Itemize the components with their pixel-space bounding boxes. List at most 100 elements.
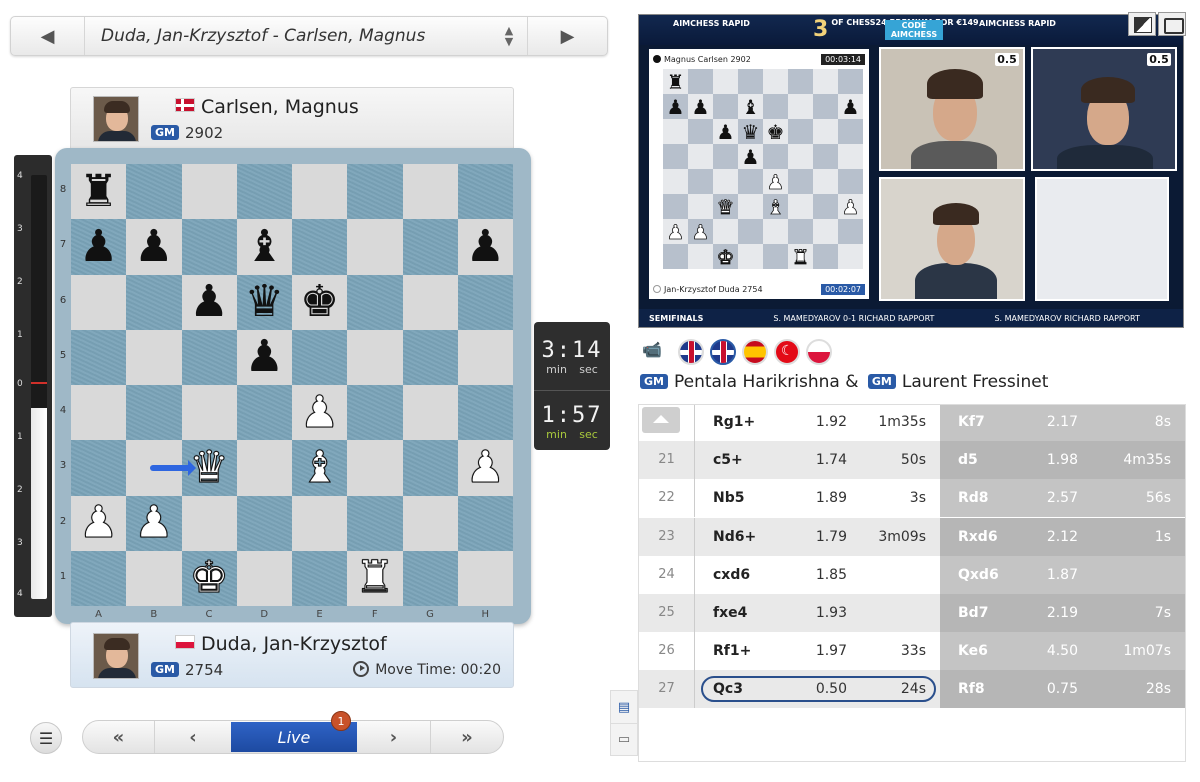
square-f8[interactable] (347, 164, 403, 220)
video-stream[interactable]: AIMCHESS RAPID 3OF CHESS24 PREMIUM FOR €… (638, 14, 1184, 328)
square-h4[interactable] (457, 385, 513, 441)
square-b2[interactable]: ♟ (126, 495, 182, 551)
white-rook-icon[interactable]: ♜ (355, 555, 395, 600)
white-bishop-icon[interactable]: ♝ (299, 445, 339, 490)
square-b1[interactable] (126, 550, 182, 606)
square-e2[interactable] (292, 495, 348, 551)
lang-turkish-icon[interactable] (774, 339, 800, 365)
fullscreen-icon[interactable] (1158, 12, 1186, 36)
square-c8[interactable] (181, 164, 237, 220)
black-bishop-icon[interactable]: ♝ (245, 224, 284, 269)
square-b7[interactable]: ♟ (126, 219, 182, 275)
live-button[interactable]: Live 1 (231, 711, 357, 752)
lang-spanish-icon[interactable] (742, 339, 768, 365)
black-move[interactable]: Bd7 2.19 7s (940, 594, 1185, 632)
square-d8[interactable] (236, 164, 292, 220)
square-a4[interactable] (71, 385, 127, 441)
square-d7[interactable]: ♝ (236, 219, 292, 275)
square-c5[interactable] (181, 329, 237, 385)
lang-english-selected-icon[interactable] (710, 339, 736, 365)
lang-english-icon[interactable] (678, 339, 704, 365)
square-f2[interactable] (347, 495, 403, 551)
square-d1[interactable] (236, 550, 292, 606)
game-dropdown-icon[interactable]: ▲ ▼ (491, 25, 527, 47)
square-g6[interactable] (402, 274, 458, 330)
square-d5[interactable]: ♟ (236, 329, 292, 385)
square-g2[interactable] (402, 495, 458, 551)
square-h3[interactable]: ♟ (457, 440, 513, 496)
white-move[interactable]: fxe4 1.93 (695, 594, 940, 632)
black-move[interactable]: d5 1.98 4m35s (940, 441, 1185, 480)
square-e3[interactable]: ♝ (292, 440, 348, 496)
square-d3[interactable] (236, 440, 292, 496)
square-g5[interactable] (402, 329, 458, 385)
square-d2[interactable] (236, 495, 292, 551)
prev-game-button[interactable]: ◀ (11, 17, 85, 55)
square-g8[interactable] (402, 164, 458, 220)
square-g3[interactable] (402, 440, 458, 496)
last-move-button[interactable]: » (431, 721, 503, 753)
black-move[interactable]: Kf7 2.17 8s (940, 405, 1185, 441)
square-h1[interactable] (457, 550, 513, 606)
square-d4[interactable] (236, 385, 292, 441)
black-pawn-icon[interactable]: ♟ (134, 224, 173, 269)
white-pawn-icon[interactable]: ♟ (299, 390, 339, 435)
square-c4[interactable] (181, 385, 237, 441)
square-b5[interactable] (126, 329, 182, 385)
square-g4[interactable] (402, 385, 458, 441)
moves-list-icon[interactable]: ▤ (611, 691, 637, 723)
square-c1[interactable]: ♚ (181, 550, 237, 606)
lang-polish-icon[interactable] (806, 339, 832, 365)
square-a7[interactable]: ♟ (71, 219, 127, 275)
menu-button[interactable]: ☰ (30, 722, 62, 754)
square-b6[interactable] (126, 274, 182, 330)
square-f5[interactable] (347, 329, 403, 385)
square-b4[interactable] (126, 385, 182, 441)
previous-move-button[interactable]: ‹ (155, 721, 231, 753)
camera-icon[interactable]: 📹 (642, 340, 666, 362)
next-move-button[interactable]: › (357, 721, 431, 753)
black-pawn-icon[interactable]: ♟ (189, 280, 228, 324)
black-queen-icon[interactable]: ♛ (245, 280, 284, 324)
square-c7[interactable] (181, 219, 237, 275)
black-pawn-icon[interactable]: ♟ (245, 335, 284, 379)
black-pawn-icon[interactable]: ♟ (466, 224, 505, 269)
white-move[interactable]: Nd6+ 1.79 3m09s (695, 517, 940, 556)
first-move-button[interactable]: « (83, 721, 155, 753)
square-g7[interactable] (402, 219, 458, 275)
square-a1[interactable] (71, 550, 127, 606)
square-h8[interactable] (457, 164, 513, 220)
square-f3[interactable] (347, 440, 403, 496)
game-selector[interactable]: ◀ Duda, Jan-Krzysztof - Carlsen, Magnus … (10, 16, 608, 56)
square-h2[interactable] (457, 495, 513, 551)
square-f7[interactable] (347, 219, 403, 275)
square-f1[interactable]: ♜ (347, 550, 403, 606)
chat-icon[interactable]: ▭ (611, 723, 637, 755)
theater-mode-icon[interactable] (1128, 12, 1156, 36)
square-h5[interactable] (457, 329, 513, 385)
black-rook-icon[interactable]: ♜ (79, 169, 118, 214)
square-a3[interactable] (71, 440, 127, 496)
square-h7[interactable]: ♟ (457, 219, 513, 275)
white-move[interactable]: cxd6 1.85 (695, 556, 940, 594)
square-g1[interactable] (402, 550, 458, 606)
black-move[interactable]: Rxd6 2.12 1s (940, 517, 1185, 556)
chess-board[interactable]: ♜ ♟ ♟ ♝ ♟ ♟ ♛ ♚ ♟ ♟ ♛ ♝ ♟ ♟ ♟ ♚ ♜ (71, 164, 513, 606)
square-f4[interactable] (347, 385, 403, 441)
square-e5[interactable] (292, 329, 348, 385)
black-move[interactable]: Rf8 0.75 28s (940, 670, 1185, 709)
black-move[interactable]: Ke6 4.50 1m07s (940, 632, 1185, 671)
square-e6[interactable]: ♚ (292, 274, 348, 330)
square-e7[interactable] (292, 219, 348, 275)
next-game-button[interactable]: ▶ (527, 17, 607, 55)
white-move[interactable]: Nb5 1.89 3s (695, 479, 940, 517)
square-a6[interactable] (71, 274, 127, 330)
square-c2[interactable] (181, 495, 237, 551)
square-e4[interactable]: ♟ (292, 385, 348, 441)
black-move[interactable]: Rd8 2.57 56s (940, 479, 1185, 518)
white-move[interactable]: Rg1+ 1.92 1m35s (695, 405, 940, 441)
white-pawn-icon[interactable]: ♟ (134, 500, 174, 545)
white-move[interactable]: c5+ 1.74 50s (695, 441, 940, 480)
square-h6[interactable] (457, 274, 513, 330)
scroll-up-button[interactable] (642, 407, 680, 433)
